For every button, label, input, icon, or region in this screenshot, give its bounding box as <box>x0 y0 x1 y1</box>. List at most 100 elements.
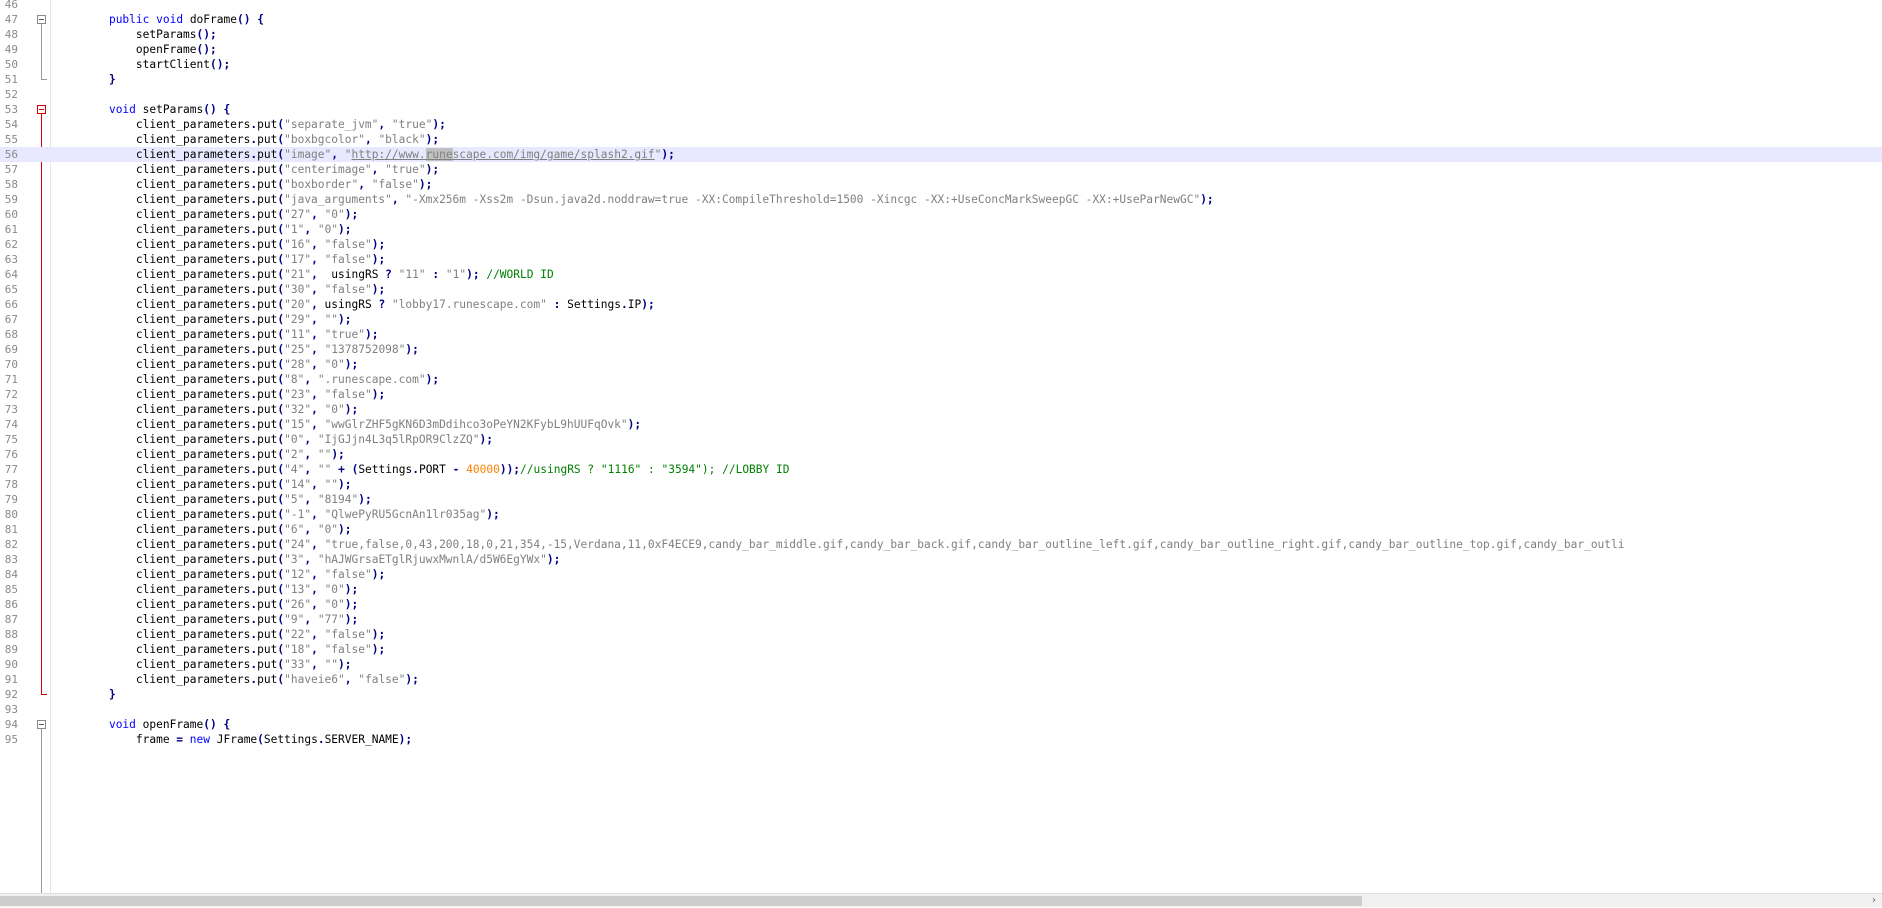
code-text[interactable]: client_parameters.put("6", "0"); <box>82 522 352 537</box>
code-text[interactable]: client_parameters.put("12", "false"); <box>82 567 385 582</box>
code-text[interactable]: setParams(); <box>82 27 217 42</box>
code-text[interactable]: client_parameters.put("33", ""); <box>82 657 352 672</box>
code-line[interactable]: 51 } <box>0 72 1882 87</box>
code-text[interactable]: client_parameters.put("centerimage", "tr… <box>82 162 439 177</box>
code-text[interactable]: client_parameters.put("27", "0"); <box>82 207 358 222</box>
code-line[interactable]: 92 } <box>0 687 1882 702</box>
horizontal-scrollbar[interactable]: › <box>0 893 1882 907</box>
code-text[interactable]: client_parameters.put("15", "wwGlrZHF5gK… <box>82 417 641 432</box>
code-line[interactable]: 61 client_parameters.put("1", "0"); <box>0 222 1882 237</box>
code-text[interactable]: client_parameters.put("9", "77"); <box>82 612 358 627</box>
code-text[interactable]: client_parameters.put("28", "0"); <box>82 357 358 372</box>
code-text[interactable]: client_parameters.put("22", "false"); <box>82 627 385 642</box>
code-line[interactable]: 57 client_parameters.put("centerimage", … <box>0 162 1882 177</box>
code-line[interactable]: 56 client_parameters.put("image", "http:… <box>0 147 1882 162</box>
code-line[interactable]: 47 public void doFrame() { <box>0 12 1882 27</box>
code-text[interactable]: client_parameters.put("image", "http://w… <box>82 147 675 162</box>
chevron-right-icon[interactable]: › <box>1868 894 1880 908</box>
code-text[interactable]: client_parameters.put("24", "true,false,… <box>82 537 1625 552</box>
code-line[interactable]: 53 void setParams() { <box>0 102 1882 117</box>
code-line[interactable]: 89 client_parameters.put("18", "false"); <box>0 642 1882 657</box>
code-text[interactable]: client_parameters.put("23", "false"); <box>82 387 385 402</box>
code-text[interactable]: client_parameters.put("20", usingRS ? "l… <box>82 297 655 312</box>
code-text[interactable]: } <box>82 687 116 702</box>
code-text[interactable]: client_parameters.put("17", "false"); <box>82 252 385 267</box>
code-line[interactable]: 54 client_parameters.put("separate_jvm",… <box>0 117 1882 132</box>
code-text[interactable]: void openFrame() { <box>82 717 230 732</box>
code-text[interactable]: client_parameters.put("java_arguments", … <box>82 192 1214 207</box>
code-text[interactable]: client_parameters.put("25", "1378752098"… <box>82 342 419 357</box>
code-line[interactable]: 79 client_parameters.put("5", "8194"); <box>0 492 1882 507</box>
code-line[interactable]: 91 client_parameters.put("haveie6", "fal… <box>0 672 1882 687</box>
code-line[interactable]: 70 client_parameters.put("28", "0"); <box>0 357 1882 372</box>
code-line[interactable]: 67 client_parameters.put("29", ""); <box>0 312 1882 327</box>
code-line[interactable]: 64 client_parameters.put("21", usingRS ?… <box>0 267 1882 282</box>
code-line[interactable]: 68 client_parameters.put("11", "true"); <box>0 327 1882 342</box>
code-text[interactable]: client_parameters.put("boxbgcolor", "bla… <box>82 132 439 147</box>
code-text[interactable]: client_parameters.put("5", "8194"); <box>82 492 372 507</box>
code-line[interactable]: 74 client_parameters.put("15", "wwGlrZHF… <box>0 417 1882 432</box>
code-line[interactable]: 84 client_parameters.put("12", "false"); <box>0 567 1882 582</box>
code-line[interactable]: 66 client_parameters.put("20", usingRS ?… <box>0 297 1882 312</box>
code-line[interactable]: 50 startClient(); <box>0 57 1882 72</box>
code-text[interactable]: client_parameters.put("separate_jvm", "t… <box>82 117 446 132</box>
code-line[interactable]: 75 client_parameters.put("0", "IjGJjn4L3… <box>0 432 1882 447</box>
horizontal-scrollbar-thumb[interactable] <box>0 896 1362 906</box>
code-line[interactable]: 60 client_parameters.put("27", "0"); <box>0 207 1882 222</box>
code-line[interactable]: 48 setParams(); <box>0 27 1882 42</box>
code-line[interactable]: 78 client_parameters.put("14", ""); <box>0 477 1882 492</box>
code-editor[interactable]: 46 47 public void doFrame() {48 setParams… <box>0 0 1882 893</box>
code-line[interactable]: 80 client_parameters.put("-1", "QlwePyRU… <box>0 507 1882 522</box>
code-text[interactable]: client_parameters.put("8", ".runescape.c… <box>82 372 439 387</box>
code-line[interactable]: 63 client_parameters.put("17", "false"); <box>0 252 1882 267</box>
code-text[interactable]: void setParams() { <box>82 102 230 117</box>
code-text[interactable]: client_parameters.put("16", "false"); <box>82 237 385 252</box>
code-line[interactable]: 71 client_parameters.put("8", ".runescap… <box>0 372 1882 387</box>
code-text[interactable]: client_parameters.put("26", "0"); <box>82 597 358 612</box>
code-line[interactable]: 82 client_parameters.put("24", "true,fal… <box>0 537 1882 552</box>
code-line[interactable]: 88 client_parameters.put("22", "false"); <box>0 627 1882 642</box>
code-line[interactable]: 94 void openFrame() { <box>0 717 1882 732</box>
code-line[interactable]: 83 client_parameters.put("3", "hAJWGrsaE… <box>0 552 1882 567</box>
code-line[interactable]: 95 frame = new JFrame(Settings.SERVER_NA… <box>0 732 1882 747</box>
code-line[interactable]: 49 openFrame(); <box>0 42 1882 57</box>
code-line[interactable]: 58 client_parameters.put("boxborder", "f… <box>0 177 1882 192</box>
code-line[interactable]: 93 <box>0 702 1882 717</box>
code-line[interactable]: 87 client_parameters.put("9", "77"); <box>0 612 1882 627</box>
code-line[interactable]: 90 client_parameters.put("33", ""); <box>0 657 1882 672</box>
code-text[interactable]: client_parameters.put("32", "0"); <box>82 402 358 417</box>
code-line[interactable]: 55 client_parameters.put("boxbgcolor", "… <box>0 132 1882 147</box>
code-line[interactable]: 77 client_parameters.put("4", "" + (Sett… <box>0 462 1882 477</box>
code-text[interactable]: client_parameters.put("4", "" + (Setting… <box>82 462 790 477</box>
code-text[interactable]: public void doFrame() { <box>82 12 264 27</box>
code-text[interactable]: client_parameters.put("11", "true"); <box>82 327 379 342</box>
code-line[interactable]: 73 client_parameters.put("32", "0"); <box>0 402 1882 417</box>
code-text[interactable]: client_parameters.put("boxborder", "fals… <box>82 177 432 192</box>
code-line[interactable]: 62 client_parameters.put("16", "false"); <box>0 237 1882 252</box>
code-line[interactable]: 86 client_parameters.put("26", "0"); <box>0 597 1882 612</box>
code-text[interactable]: client_parameters.put("-1", "QlwePyRU5Gc… <box>82 507 500 522</box>
code-line[interactable]: 76 client_parameters.put("2", ""); <box>0 447 1882 462</box>
code-text[interactable]: client_parameters.put("29", ""); <box>82 312 352 327</box>
code-line[interactable]: 81 client_parameters.put("6", "0"); <box>0 522 1882 537</box>
code-text[interactable]: client_parameters.put("21", usingRS ? "1… <box>82 267 554 282</box>
code-text[interactable]: client_parameters.put("14", ""); <box>82 477 352 492</box>
code-text[interactable]: client_parameters.put("30", "false"); <box>82 282 385 297</box>
code-text[interactable]: client_parameters.put("0", "IjGJjn4L3q5l… <box>82 432 493 447</box>
code-line[interactable]: 72 client_parameters.put("23", "false"); <box>0 387 1882 402</box>
code-text[interactable]: } <box>82 72 116 87</box>
code-text[interactable]: frame = new JFrame(Settings.SERVER_NAME)… <box>82 732 412 747</box>
code-text[interactable]: openFrame(); <box>82 42 217 57</box>
code-line[interactable]: 65 client_parameters.put("30", "false"); <box>0 282 1882 297</box>
code-line[interactable]: 59 client_parameters.put("java_arguments… <box>0 192 1882 207</box>
code-line[interactable]: 85 client_parameters.put("13", "0"); <box>0 582 1882 597</box>
code-text[interactable]: client_parameters.put("18", "false"); <box>82 642 385 657</box>
code-line[interactable]: 69 client_parameters.put("25", "13787520… <box>0 342 1882 357</box>
code-text[interactable]: client_parameters.put("haveie6", "false"… <box>82 672 419 687</box>
code-line[interactable]: 46 <box>0 0 1882 12</box>
code-text[interactable]: client_parameters.put("3", "hAJWGrsaETgl… <box>82 552 560 567</box>
code-text[interactable]: client_parameters.put("1", "0"); <box>82 222 352 237</box>
code-text[interactable]: client_parameters.put("2", ""); <box>82 447 345 462</box>
code-text[interactable]: startClient(); <box>82 57 230 72</box>
code-text[interactable]: client_parameters.put("13", "0"); <box>82 582 358 597</box>
